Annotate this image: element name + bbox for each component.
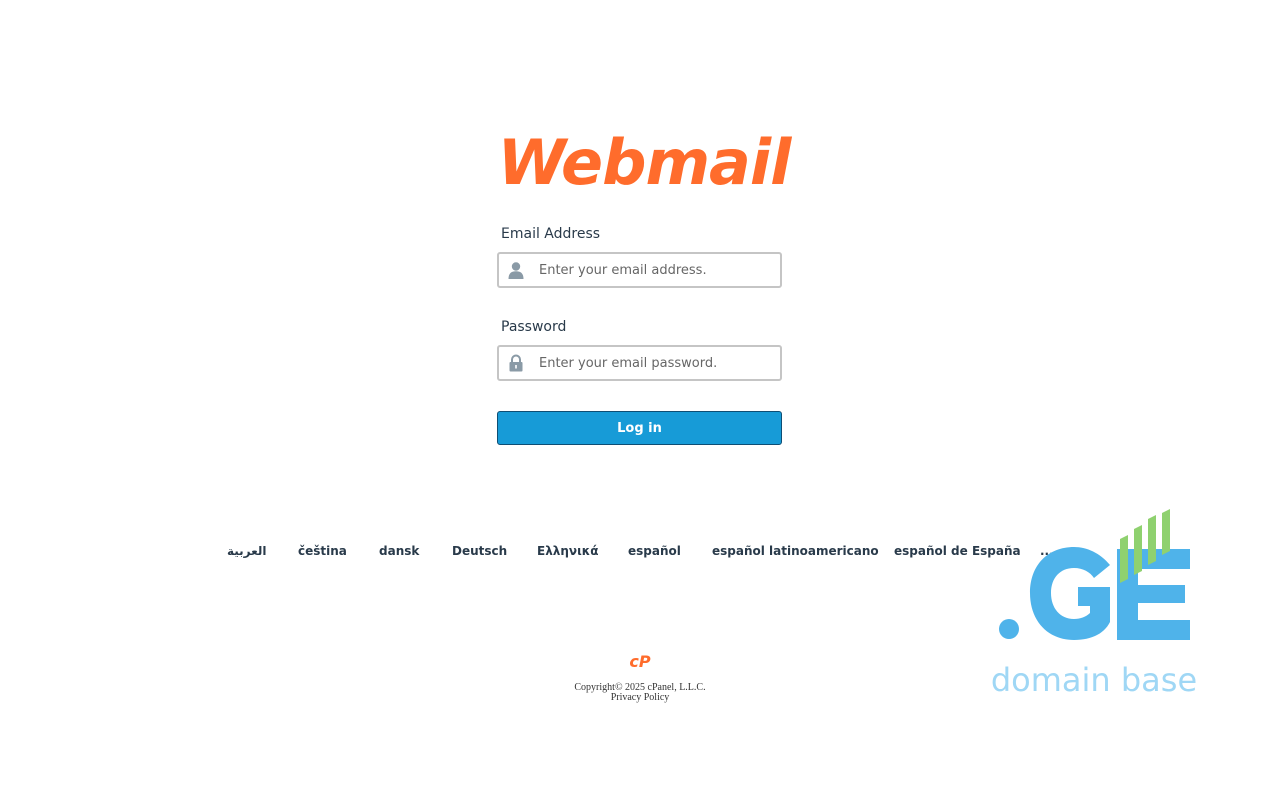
webmail-logo: Webmail <box>489 126 799 192</box>
lock-icon <box>509 354 523 372</box>
language-link-czech[interactable]: čeština <box>298 544 347 558</box>
password-label: Password <box>501 319 567 335</box>
privacy-policy-link[interactable]: Privacy Policy <box>540 692 740 703</box>
language-link-spanish-latam[interactable]: español latinoamericano <box>712 544 879 558</box>
webmail-logo-text: Webmail <box>498 126 793 192</box>
ge-logo-tagline: domain base <box>991 661 1197 699</box>
email-input[interactable] <box>539 254 775 286</box>
cpanel-logo-text: cP <box>629 652 650 671</box>
ge-domain-base-logo: domain base <box>991 509 1197 699</box>
email-label: Email Address <box>501 226 601 242</box>
language-link-greek[interactable]: Ελληνικά <box>537 544 599 558</box>
login-page: Webmail Email Address Password Log in ال… <box>0 0 1280 800</box>
cpanel-logo: cP <box>629 652 650 671</box>
language-link-arabic[interactable]: العربية <box>227 544 267 558</box>
password-input[interactable] <box>539 347 775 379</box>
email-field-container[interactable] <box>497 252 782 288</box>
password-field-container[interactable] <box>497 345 782 381</box>
user-icon <box>508 262 524 279</box>
language-link-spanish[interactable]: español <box>628 544 681 558</box>
login-button[interactable]: Log in <box>497 411 782 445</box>
language-link-german[interactable]: Deutsch <box>452 544 507 558</box>
ge-logo-bars-icon <box>1120 509 1170 583</box>
language-link-danish[interactable]: dansk <box>379 544 419 558</box>
ge-logo-dot <box>999 619 1019 639</box>
ge-logo-g-shape <box>1030 547 1110 640</box>
